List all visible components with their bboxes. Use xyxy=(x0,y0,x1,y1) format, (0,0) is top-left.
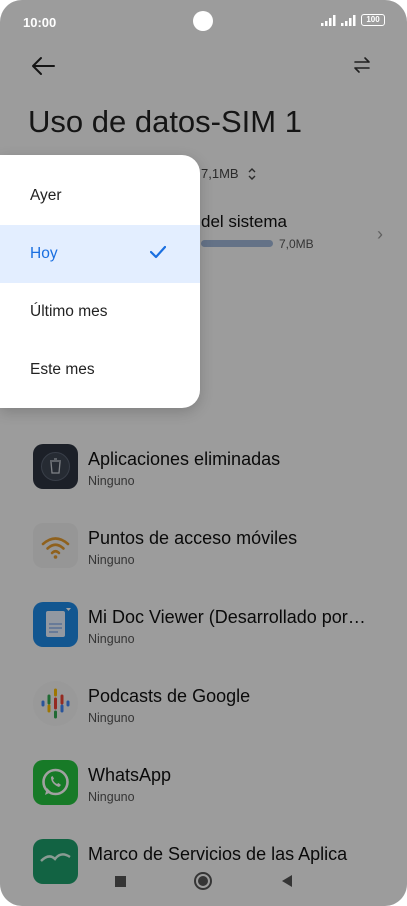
status-time: 10:00 xyxy=(23,15,57,30)
status-icons: 100 xyxy=(321,14,385,26)
menu-item-ayer[interactable]: Ayer xyxy=(0,167,200,225)
menu-item-label: Último mes xyxy=(30,303,108,320)
checkmark-icon xyxy=(150,245,166,259)
menu-item-label: Ayer xyxy=(30,187,62,204)
menu-item-ultimo-mes[interactable]: Último mes xyxy=(0,283,200,341)
modal-scrim[interactable] xyxy=(0,0,407,906)
menu-item-hoy[interactable]: Hoy xyxy=(0,225,200,283)
battery-icon: 100 xyxy=(361,14,385,26)
signal-icon xyxy=(341,14,356,26)
front-camera-cutout xyxy=(193,11,213,31)
menu-item-este-mes[interactable]: Este mes xyxy=(0,341,200,399)
menu-item-label: Hoy xyxy=(30,245,58,262)
period-dropdown-menu: Ayer Hoy Último mes Este mes xyxy=(0,155,200,408)
phone-screen: Uso de datos-SIM 1 7,1MB del sistema 7,0… xyxy=(0,0,407,906)
menu-item-label: Este mes xyxy=(30,361,95,378)
signal-icon xyxy=(321,14,336,26)
status-bar: 10:00 100 xyxy=(0,0,407,44)
